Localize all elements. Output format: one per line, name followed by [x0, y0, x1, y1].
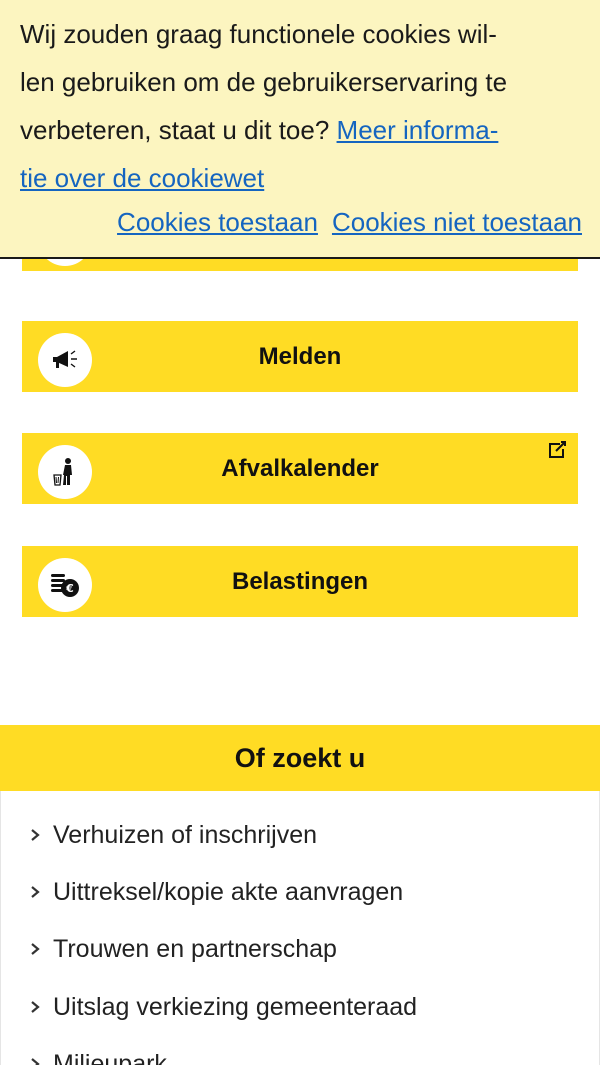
cookies-decline-link[interactable]: Cookies niet toestaan — [332, 207, 582, 237]
list-item-label: Verhuizen of inschrijven — [53, 820, 318, 849]
chevron-right-icon — [29, 1057, 41, 1065]
tile-melden[interactable]: Melden — [22, 321, 578, 392]
of-zoekt-u-heading: Of zoekt u — [0, 725, 600, 791]
cookie-info-link-part1: Meer informa- — [336, 115, 499, 145]
list-item-label: Trouwen en partnerschap — [53, 934, 337, 963]
tile-belastingen[interactable]: € Belastingen — [22, 546, 578, 617]
list-item-label: Uittreksel/kopie akte aanvragen — [53, 877, 404, 906]
of-zoekt-u-list-container: Verhuizen of inschrijven Uittreksel/kopi… — [0, 791, 600, 1065]
list-item-uittreksel[interactable]: Uittreksel/kopie akte aanvragen — [29, 872, 403, 912]
chevron-right-icon — [29, 885, 41, 899]
cookie-text-line3: verbeteren, staat u dit toe? — [20, 115, 337, 145]
cookie-banner: Wij zouden graag functionele cookies wil… — [0, 0, 600, 259]
list-item-label: Uitslag verkiezing gemeenteraad — [53, 992, 418, 1021]
chevron-right-icon — [29, 1000, 41, 1014]
cookie-text-line2: len gebruiken om de gebruikerservaring t… — [20, 67, 508, 97]
list-item-label: Milieupark — [53, 1049, 167, 1065]
cookie-text-line1: Wij zouden graag functionele cookies wil… — [20, 19, 497, 49]
external-link-icon — [546, 439, 568, 466]
cookie-info-link-part2: tie over de cookiewet — [20, 163, 265, 193]
list-item-verkiezing[interactable]: Uitslag verkiezing gemeenteraad — [29, 987, 417, 1027]
cookies-accept-link[interactable]: Cookies toestaan — [117, 207, 318, 237]
tile-label: Melden — [258, 342, 342, 370]
chevron-right-icon — [29, 942, 41, 956]
cookie-message: Wij zouden graag functionele cookies wil… — [20, 10, 585, 202]
list-item-trouwen[interactable]: Trouwen en partnerschap — [29, 929, 337, 969]
tile-afvalkalender[interactable]: Afvalkalender — [22, 433, 578, 504]
chevron-right-icon — [29, 828, 41, 842]
cookie-actions: Cookies toestaan Cookies niet toestaan — [0, 198, 582, 246]
page: Melden Afvalkalender € Belastingen Of zo… — [0, 0, 600, 1065]
list-item-verhuizen[interactable]: Verhuizen of inschrijven — [29, 815, 317, 855]
list-item-milieupark[interactable]: Milieupark — [29, 1044, 167, 1065]
tile-label: Belastingen — [231, 567, 369, 595]
tile-label: Afvalkalender — [221, 454, 379, 482]
